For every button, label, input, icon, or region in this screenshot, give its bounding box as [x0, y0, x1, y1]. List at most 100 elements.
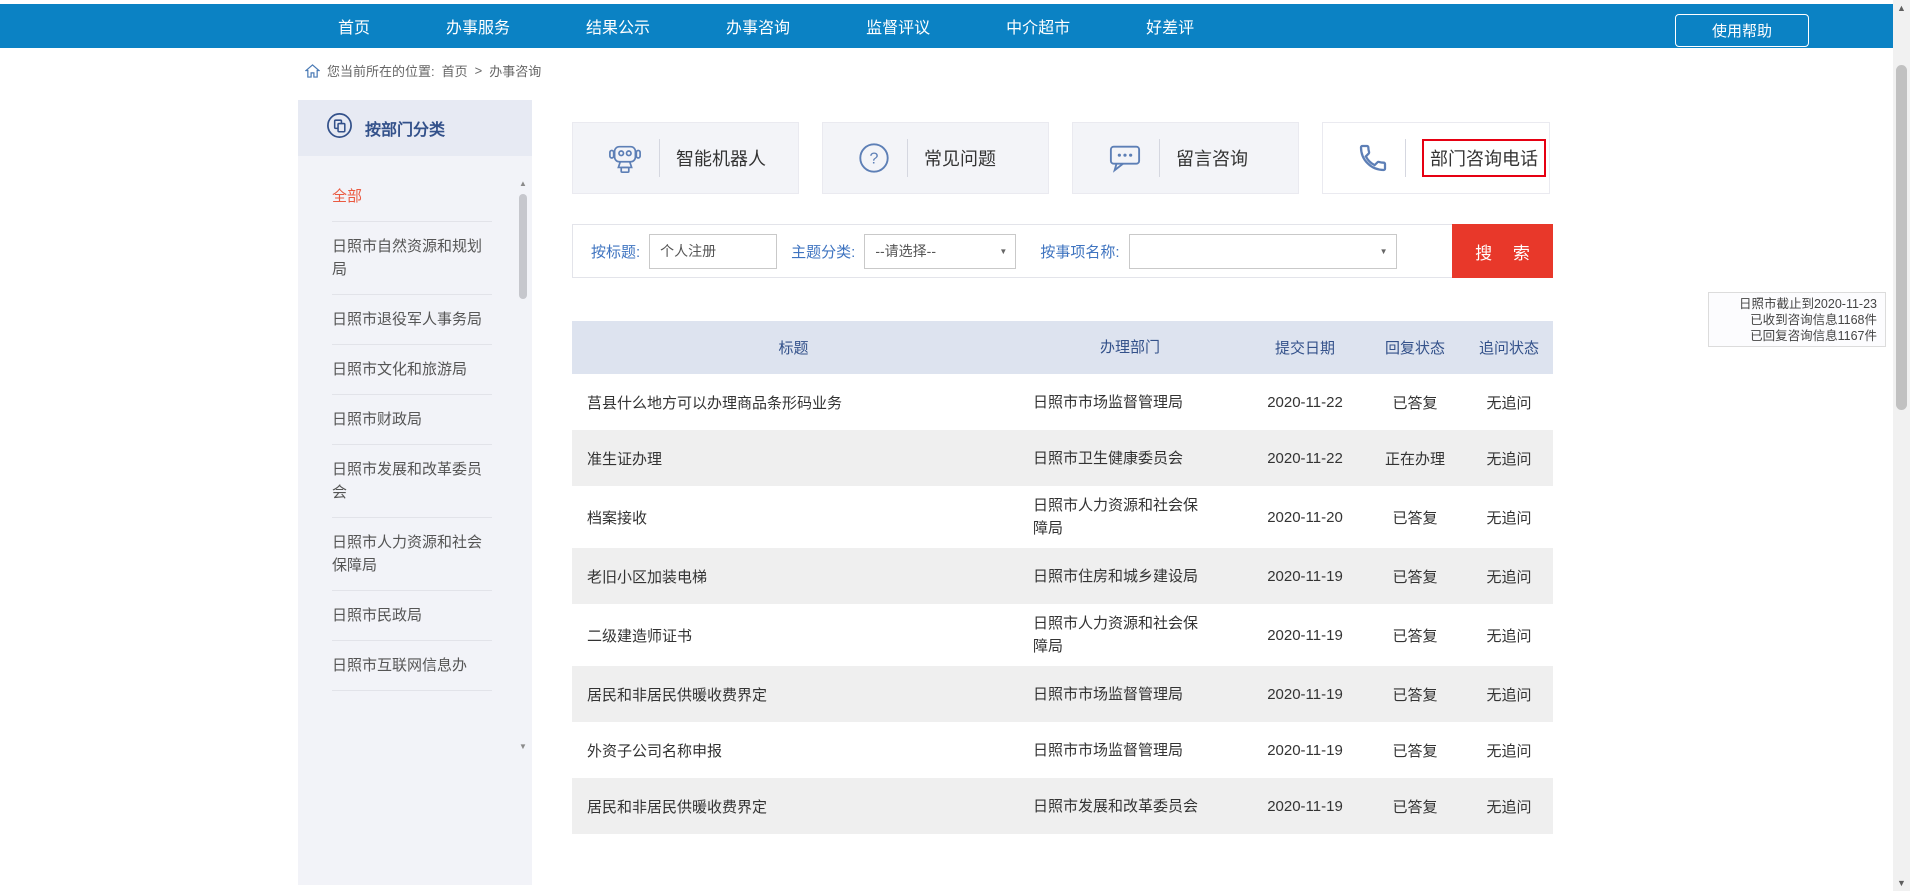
tab-department-phone[interactable]: 部门咨询电话: [1322, 122, 1550, 194]
row-date: 2020-11-19: [1245, 686, 1365, 703]
message-icon: [1107, 142, 1143, 174]
search-bar: 按标题: 主题分类: --请选择-- ▼ 按事项名称: ▼ 搜 索: [572, 224, 1553, 278]
search-button[interactable]: 搜 索: [1452, 224, 1553, 278]
tab-label: 常见问题: [924, 145, 996, 171]
row-title[interactable]: 居民和非居民供暖收费界定: [572, 796, 1015, 817]
row-date: 2020-11-22: [1245, 450, 1365, 467]
category-select[interactable]: --请选择-- ▼: [864, 234, 1016, 269]
row-reply-status: 已答复: [1365, 507, 1465, 528]
row-date: 2020-11-20: [1245, 509, 1365, 526]
breadcrumb-home-link[interactable]: 首页: [442, 61, 468, 80]
row-follow-status: 无追问: [1465, 625, 1553, 646]
row-dept: 日照市人力资源和社会保障局: [1015, 494, 1245, 540]
tab-divider: [907, 139, 908, 177]
row-date: 2020-11-19: [1245, 627, 1365, 644]
row-date: 2020-11-19: [1245, 742, 1365, 759]
scrollbar-thumb[interactable]: [1896, 65, 1907, 410]
sidebar-department-item[interactable]: 日照市退役军人事务局: [332, 295, 492, 345]
sidebar-scroll-down-icon[interactable]: ▼: [517, 741, 529, 753]
table-row[interactable]: 二级建造师证书 日照市人力资源和社会保障局 2020-11-19 已答复 无追问: [572, 604, 1553, 666]
breadcrumb-prefix: 您当前所在的位置:: [327, 61, 435, 80]
table-row[interactable]: 老旧小区加装电梯 日照市住房和城乡建设局 2020-11-19 已答复 无追问: [572, 548, 1553, 604]
table-header-row: 标题 办理部门 提交日期 回复状态 追问状态: [572, 321, 1553, 374]
nav-item[interactable]: 办事服务: [446, 14, 510, 38]
sidebar-title: 按部门分类: [365, 116, 445, 140]
item-name-select[interactable]: ▼: [1129, 234, 1397, 269]
nav-item[interactable]: 监督评议: [866, 14, 930, 38]
breadcrumb-separator: >: [475, 63, 483, 78]
table-row[interactable]: 居民和非居民供暖收费界定 日照市发展和改革委员会 2020-11-19 已答复 …: [572, 778, 1553, 834]
sidebar-department-item[interactable]: 日照市人力资源和社会保障局: [332, 518, 492, 591]
row-title[interactable]: 准生证办理: [572, 448, 1015, 469]
sidebar-scroll-thumb[interactable]: [519, 194, 527, 299]
sidebar-department-item[interactable]: 日照市互联网信息办: [332, 641, 492, 691]
home-icon: [305, 64, 320, 78]
nav-item[interactable]: 好差评: [1146, 14, 1194, 38]
main-content: 智能机器人 ? 常见问题 留言咨询 部门咨询电话 按标题: 主题分类:: [572, 122, 1553, 194]
breadcrumb-current: 办事咨询: [489, 61, 541, 80]
tab-faq[interactable]: ? 常见问题: [822, 122, 1049, 194]
chevron-down-icon: ▼: [1380, 247, 1388, 256]
row-dept: 日照市市场监督管理局: [1015, 683, 1245, 706]
scroll-down-icon[interactable]: ▼: [1893, 878, 1910, 888]
nav-item[interactable]: 中介超市: [1006, 14, 1070, 38]
table-row[interactable]: 居民和非居民供暖收费界定 日照市市场监督管理局 2020-11-19 已答复 无…: [572, 666, 1553, 722]
row-reply-status: 已答复: [1365, 796, 1465, 817]
row-title[interactable]: 档案接收: [572, 507, 1015, 528]
row-dept: 日照市卫生健康委员会: [1015, 447, 1245, 470]
row-dept: 日照市人力资源和社会保障局: [1015, 612, 1245, 658]
sidebar-department-item[interactable]: 日照市民政局: [332, 591, 492, 641]
tab-divider: [1159, 139, 1160, 177]
consult-tabs: 智能机器人 ? 常见问题 留言咨询 部门咨询电话: [572, 122, 1553, 194]
category-filter-label: 主题分类:: [791, 241, 855, 262]
table-row[interactable]: 档案接收 日照市人力资源和社会保障局 2020-11-20 已答复 无追问: [572, 486, 1553, 548]
tab-smart-robot[interactable]: 智能机器人: [572, 122, 799, 194]
row-title[interactable]: 老旧小区加装电梯: [572, 566, 1015, 587]
title-search-input[interactable]: [649, 234, 777, 269]
row-follow-status: 无追问: [1465, 740, 1553, 761]
question-icon: ?: [857, 141, 891, 175]
col-header-title: 标题: [572, 337, 1015, 358]
row-reply-status: 已答复: [1365, 392, 1465, 413]
sidebar-scroll-up-icon[interactable]: ▲: [517, 178, 529, 190]
sidebar-department-list: 全部 日照市自然资源和规划局 日照市退役军人事务局 日照市文化和旅游局 日照市财…: [298, 156, 532, 691]
category-icon: [326, 112, 353, 144]
col-header-dept: 办理部门: [1015, 336, 1245, 359]
row-reply-status: 已答复: [1365, 684, 1465, 705]
row-date: 2020-11-19: [1245, 568, 1365, 585]
row-reply-status: 已答复: [1365, 566, 1465, 587]
tab-message-consult[interactable]: 留言咨询: [1072, 122, 1299, 194]
sidebar-department-item[interactable]: 日照市发展和改革委员会: [332, 445, 492, 518]
row-title[interactable]: 二级建造师证书: [572, 625, 1015, 646]
stats-line-2: 已收到咨询信息1168件: [1709, 312, 1877, 328]
help-button[interactable]: 使用帮助: [1675, 14, 1809, 47]
row-title[interactable]: 居民和非居民供暖收费界定: [572, 684, 1015, 705]
nav-item[interactable]: 结果公示: [586, 14, 650, 38]
table-row[interactable]: 准生证办理 日照市卫生健康委员会 2020-11-22 正在办理 无追问: [572, 430, 1553, 486]
sidebar-department-item[interactable]: 日照市文化和旅游局: [332, 345, 492, 395]
row-follow-status: 无追问: [1465, 796, 1553, 817]
breadcrumb: 您当前所在的位置: 首页 > 办事咨询: [305, 61, 541, 80]
row-date: 2020-11-19: [1245, 798, 1365, 815]
table-row[interactable]: 莒县什么地方可以办理商品条形码业务 日照市市场监督管理局 2020-11-22 …: [572, 374, 1553, 430]
row-dept: 日照市市场监督管理局: [1015, 739, 1245, 762]
col-header-date: 提交日期: [1245, 337, 1365, 358]
row-follow-status: 无追问: [1465, 392, 1553, 413]
window-scrollbar[interactable]: ▲ ▼: [1893, 0, 1910, 891]
robot-icon: [607, 141, 643, 175]
row-title[interactable]: 外资子公司名称申报: [572, 740, 1015, 761]
title-filter-label: 按标题:: [591, 241, 640, 262]
row-title[interactable]: 莒县什么地方可以办理商品条形码业务: [572, 392, 1015, 413]
category-select-value: --请选择--: [875, 241, 936, 261]
sidebar-department-item[interactable]: 日照市财政局: [332, 395, 492, 445]
nav-item[interactable]: 首页: [338, 14, 370, 38]
table-row[interactable]: 外资子公司名称申报 日照市市场监督管理局 2020-11-19 已答复 无追问: [572, 722, 1553, 778]
sidebar-department-item[interactable]: 全部: [332, 172, 492, 222]
stats-line-3: 已回复咨询信息1167件: [1709, 328, 1877, 344]
sidebar-scrollbar[interactable]: ▲ ▼: [517, 178, 529, 753]
row-date: 2020-11-22: [1245, 394, 1365, 411]
scroll-up-icon[interactable]: ▲: [1893, 3, 1910, 13]
nav-item[interactable]: 办事咨询: [726, 14, 790, 38]
sidebar-department-item[interactable]: 日照市自然资源和规划局: [332, 222, 492, 295]
row-dept: 日照市市场监督管理局: [1015, 391, 1245, 414]
